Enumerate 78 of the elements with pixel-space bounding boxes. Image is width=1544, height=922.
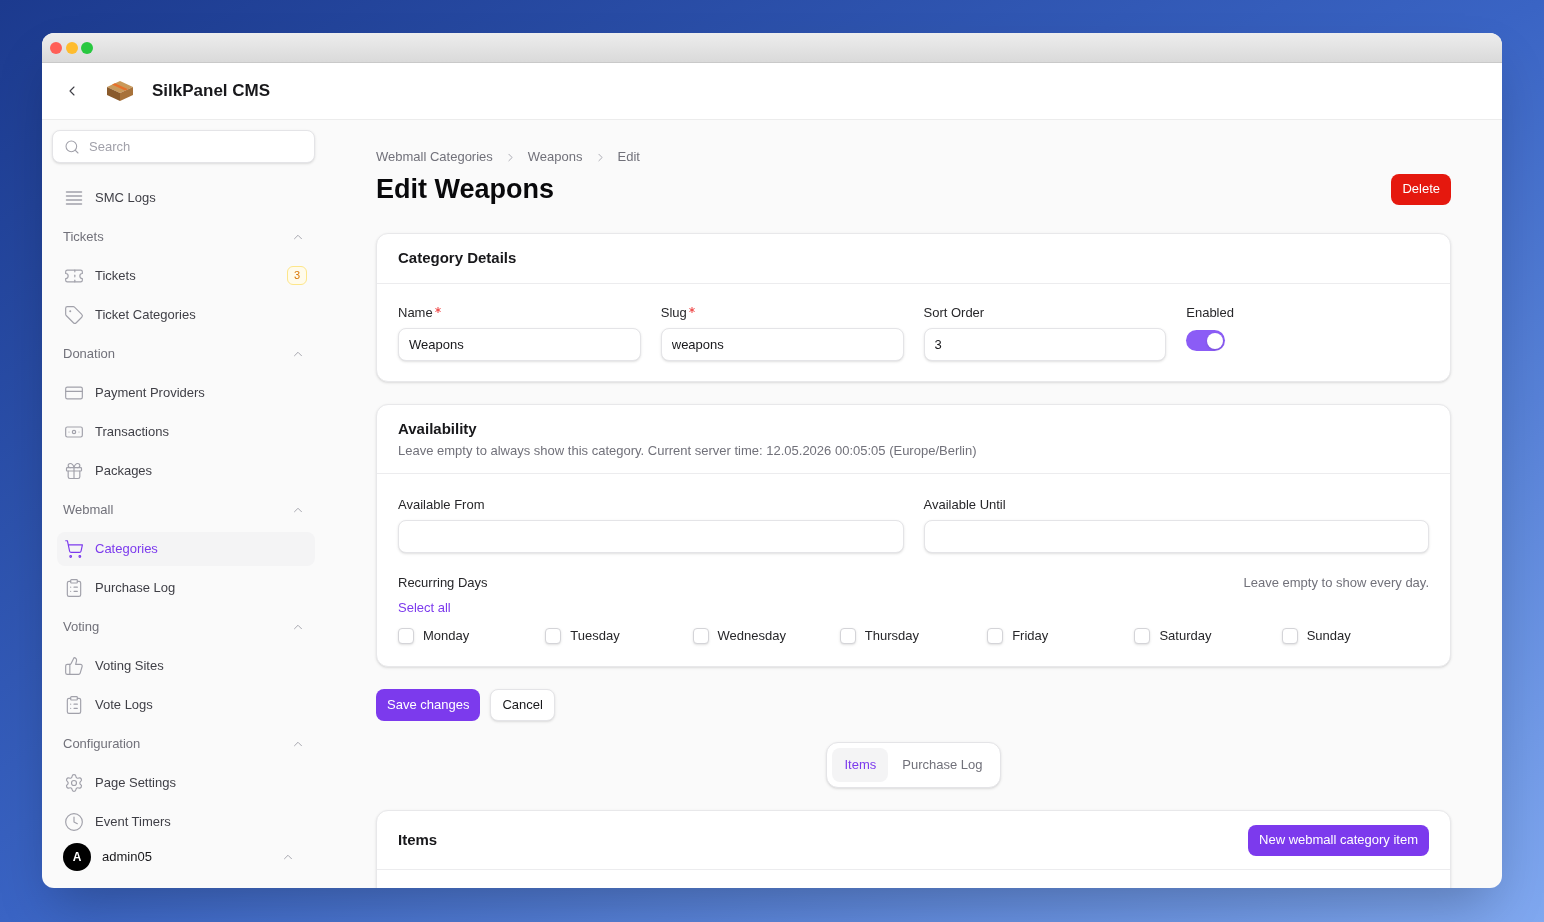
checkbox[interactable] — [839, 628, 856, 644]
thumbs-up-icon — [64, 655, 84, 676]
search-icon — [64, 138, 80, 155]
field-label: Sort Order — [923, 305, 985, 321]
sidebar-group-header[interactable]: Tickets — [57, 217, 315, 256]
field-label: Enabled — [1186, 305, 1234, 321]
text-field[interactable]: weapons — [660, 328, 904, 361]
sidebar-group-header[interactable]: Webmall — [57, 490, 315, 529]
hint-text: Leave empty to show every day. — [1243, 574, 1429, 593]
checkbox[interactable] — [987, 628, 1004, 644]
tag-icon — [64, 304, 84, 325]
checkbox[interactable] — [398, 628, 414, 644]
sidebar-item[interactable]: Purchase Log — [57, 570, 315, 605]
tab[interactable]: Purchase Log — [890, 748, 995, 782]
sidebar-group-header[interactable]: Configuration — [57, 724, 315, 763]
card-title: Items — [398, 829, 438, 850]
day-label: Tuesday — [570, 627, 620, 646]
field-label: Name — [398, 305, 433, 321]
new-item-button[interactable]: New webmall category item — [1248, 824, 1429, 856]
day-label: Friday — [1012, 627, 1049, 646]
zoom-button[interactable] — [81, 41, 93, 54]
checkbox[interactable] — [1134, 628, 1151, 644]
sidebar-item[interactable]: Transactions — [57, 414, 315, 449]
day-label: Monday — [423, 627, 470, 646]
sidebar-item[interactable]: Categories — [57, 531, 315, 566]
clock-icon — [64, 811, 84, 832]
sidebar-item[interactable]: Event Timers — [57, 804, 315, 839]
toggle-switch[interactable] — [1186, 330, 1226, 351]
card-description: Leave empty to always show this category. Current server time: 12.05.2026 00:05:05 (Europe/Berlin) — [398, 442, 978, 460]
settings-icon — [64, 772, 84, 793]
sidebar-item[interactable]: Vote Logs — [57, 687, 315, 722]
tab[interactable]: Items — [832, 748, 889, 782]
cart-icon — [64, 538, 84, 559]
card-title: Availability — [398, 419, 478, 439]
day-label: Saturday — [1159, 627, 1212, 646]
sidebar-group-header[interactable]: Voting — [57, 607, 315, 646]
checkbox[interactable] — [545, 628, 562, 644]
field-label: Slug — [660, 305, 687, 321]
gift-icon — [64, 460, 84, 481]
parcel-box-icon — [106, 80, 134, 102]
select-all-link[interactable]: Select all — [398, 600, 451, 616]
page-title: Edit Weapons — [376, 173, 555, 205]
date-field[interactable] — [398, 520, 904, 553]
checkbox[interactable] — [1281, 628, 1298, 644]
checkbox[interactable] — [692, 628, 709, 644]
sidebar-item[interactable]: Ticket Categories — [57, 297, 315, 332]
sidebar-item[interactable]: Payment Providers — [57, 375, 315, 410]
close-button[interactable] — [50, 41, 62, 54]
cancel-button[interactable]: Cancel — [490, 689, 555, 721]
minimize-button[interactable] — [65, 41, 78, 54]
day-label: Sunday — [1306, 627, 1351, 646]
day-label: Thursday — [864, 627, 920, 646]
field-label: Available From — [398, 497, 486, 513]
clipboard-icon — [64, 694, 84, 715]
sidebar-group-header[interactable]: Donation — [57, 334, 315, 373]
sidebar-item[interactable]: Tickets 3 — [57, 258, 315, 293]
search-field[interactable]: Search — [52, 130, 315, 163]
count-badge: 3 — [287, 266, 307, 285]
text-field[interactable]: 3 — [923, 328, 1167, 361]
clipboard-icon — [64, 577, 84, 598]
sidebar-item[interactable]: SMC Logs — [57, 180, 315, 215]
user-menu[interactable]: A admin05 — [63, 843, 309, 871]
field-label: Available Until — [923, 497, 1007, 513]
breadcrumb-link[interactable]: Webmall Categories — [376, 147, 493, 167]
day-label: Wednesday — [717, 627, 786, 646]
card-title: Category Details — [398, 248, 517, 269]
app-name: SilkPanel CMS — [152, 80, 271, 103]
sidebar-item[interactable]: Packages — [57, 453, 315, 488]
breadcrumb-current: Edit — [617, 148, 640, 167]
breadcrumb-link[interactable]: Weapons — [527, 147, 583, 167]
sidebar-item[interactable]: Page Settings — [57, 765, 315, 800]
field-label: Recurring Days — [398, 574, 488, 593]
date-field[interactable] — [923, 520, 1429, 553]
text-field[interactable]: Weapons — [398, 328, 641, 361]
sidebar-item[interactable]: Voting Sites — [57, 648, 315, 683]
delete-button[interactable]: Delete — [1391, 173, 1451, 205]
avatar: A — [63, 843, 91, 871]
save-button[interactable]: Save changes — [376, 689, 481, 721]
